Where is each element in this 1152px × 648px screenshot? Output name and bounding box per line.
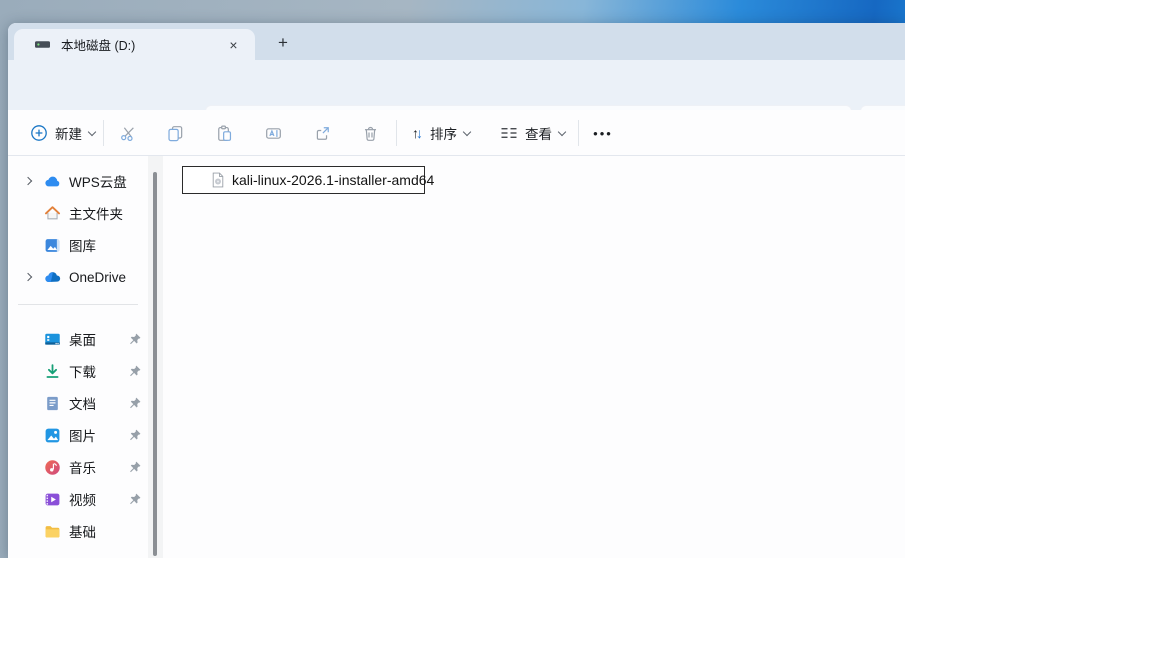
- sidebar-item-documents[interactable]: 文档: [8, 389, 148, 417]
- sidebar-item-label: WPS云盘: [69, 175, 127, 190]
- chevron-right-icon: [23, 176, 33, 186]
- navigation-bar: ← → ↑: [8, 60, 905, 141]
- tab-local-disk-d[interactable]: 本地磁盘 (D:) ×: [14, 29, 255, 60]
- sort-button-label: 排序: [430, 127, 457, 142]
- pictures-icon: [44, 427, 61, 444]
- rename-icon: [265, 125, 282, 142]
- sidebar-item-label: 下载: [69, 365, 96, 380]
- sidebar-item-desktop[interactable]: 桌面: [8, 325, 148, 353]
- plus-circle-icon: [30, 124, 48, 142]
- paste-button[interactable]: [207, 116, 241, 150]
- pin-icon: [128, 492, 142, 506]
- pin-icon: [128, 428, 142, 442]
- sort-button[interactable]: ↑↓ 排序: [406, 116, 476, 150]
- sidebar-scrollbar[interactable]: [148, 156, 163, 558]
- pin-icon: [128, 364, 142, 378]
- file-item-selected[interactable]: kali-linux-2026.1-installer-amd64: [182, 166, 434, 194]
- chevron-down-icon: [557, 127, 567, 136]
- more-options-button[interactable]: •••: [585, 116, 621, 150]
- chevron-down-icon: [87, 127, 97, 136]
- sidebar-item-label: 音乐: [69, 461, 96, 476]
- file-explorer-window: 本地磁盘 (D:) × + ← → ↑: [8, 23, 905, 558]
- desktop-icon: [44, 331, 61, 348]
- view-button[interactable]: 查看: [494, 116, 571, 150]
- screen-canvas: 本地磁盘 (D:) × + ← → ↑: [0, 0, 1152, 648]
- sidebar-item-home[interactable]: 主文件夹: [8, 199, 148, 227]
- delete-button[interactable]: [353, 116, 387, 150]
- sidebar-item-music[interactable]: 音乐: [8, 453, 148, 481]
- file-name: kali-linux-2026.1-installer-amd64: [232, 172, 435, 188]
- ellipsis-icon: •••: [593, 125, 613, 141]
- chevron-down-icon: [462, 127, 472, 136]
- window-body: WPS云盘 主文件夹 图库 OneDrive 桌面 下载 文档 图片 音乐 视频…: [8, 156, 905, 558]
- music-icon: [44, 459, 61, 476]
- cut-scissors-icon: [120, 125, 137, 142]
- command-toolbar: 新建 ↑↓ 排序 查看 •••: [8, 110, 905, 156]
- gallery-icon: [44, 237, 61, 254]
- scrollbar-thumb[interactable]: [153, 172, 157, 556]
- sidebar-item-videos[interactable]: 视频: [8, 485, 148, 513]
- sidebar-item-label: 图片: [69, 429, 96, 444]
- captured-region: 本地磁盘 (D:) × + ← → ↑: [0, 0, 905, 558]
- sidebar-item-onedrive[interactable]: OneDrive: [8, 263, 148, 291]
- file-list-area[interactable]: kali-linux-2026.1-installer-amd64: [163, 156, 905, 558]
- chevron-right-icon: [23, 272, 33, 282]
- tab-close-button[interactable]: ×: [224, 35, 243, 54]
- navigation-pane: WPS云盘 主文件夹 图库 OneDrive 桌面 下载 文档 图片 音乐 视频…: [8, 156, 148, 558]
- paste-clipboard-icon: [216, 125, 233, 142]
- onedrive-cloud-icon: [44, 269, 61, 286]
- sidebar-divider: [18, 304, 138, 305]
- sort-arrows-icon: ↑↓: [412, 125, 423, 141]
- sidebar-item-label: OneDrive: [69, 269, 127, 285]
- sidebar-item-wps-cloud[interactable]: WPS云盘: [8, 167, 148, 195]
- rename-button[interactable]: [256, 116, 290, 150]
- sidebar-item-label: 视频: [69, 493, 96, 508]
- toolbar-divider: [578, 120, 579, 146]
- sidebar-item-gallery[interactable]: 图库: [8, 231, 148, 259]
- document-icon: [44, 395, 61, 412]
- sidebar-item-label: 桌面: [69, 333, 96, 348]
- sidebar-item-label: 文档: [69, 397, 96, 412]
- share-icon: [314, 125, 331, 142]
- video-icon: [44, 491, 61, 508]
- hard-drive-icon: [34, 37, 51, 52]
- sidebar-item-label: 图库: [69, 239, 96, 254]
- home-icon: [44, 205, 61, 222]
- folder-icon: [44, 523, 61, 540]
- sidebar-item-downloads[interactable]: 下载: [8, 357, 148, 385]
- copy-button[interactable]: [158, 116, 192, 150]
- wps-cloud-icon: [44, 173, 61, 190]
- new-button-label: 新建: [55, 127, 82, 142]
- sidebar-item-pictures[interactable]: 图片: [8, 421, 148, 449]
- share-button[interactable]: [305, 116, 339, 150]
- trash-icon: [362, 125, 379, 142]
- toolbar-divider: [396, 120, 397, 146]
- new-button[interactable]: 新建: [24, 116, 101, 150]
- tab-title: 本地磁盘 (D:): [61, 39, 136, 53]
- pin-icon: [128, 460, 142, 474]
- cut-button[interactable]: [111, 116, 145, 150]
- sidebar-item-jichu-folder[interactable]: 基础: [8, 517, 148, 545]
- sidebar-item-label: 基础: [69, 525, 96, 540]
- sidebar-item-label: 主文件夹: [69, 207, 123, 222]
- toolbar-divider: [103, 120, 104, 146]
- new-tab-button[interactable]: +: [270, 31, 296, 55]
- download-icon: [44, 363, 61, 380]
- copy-icon: [167, 125, 184, 142]
- tab-strip: 本地磁盘 (D:) × +: [8, 23, 905, 60]
- pin-icon: [128, 332, 142, 346]
- pin-icon: [128, 396, 142, 410]
- disc-image-file-icon: [210, 172, 226, 188]
- view-lines-icon: [500, 126, 518, 140]
- view-button-label: 查看: [525, 127, 552, 142]
